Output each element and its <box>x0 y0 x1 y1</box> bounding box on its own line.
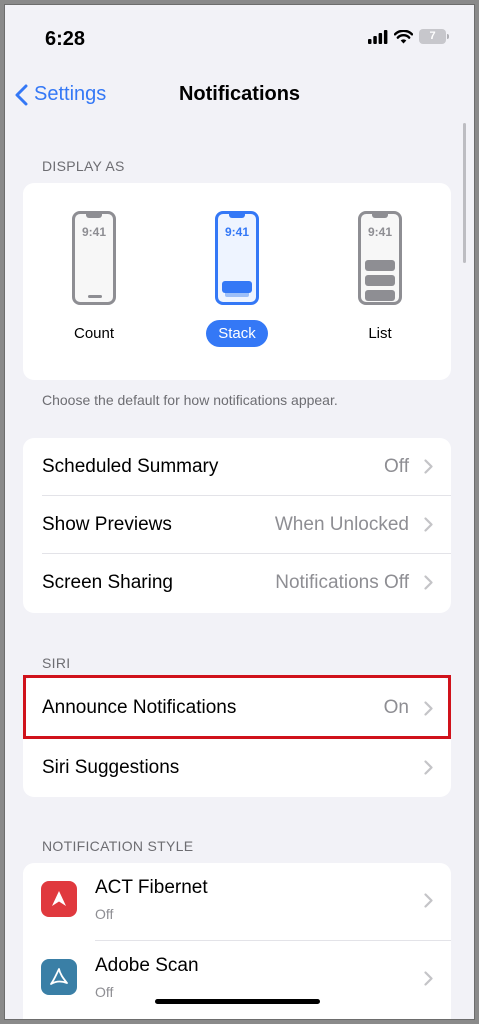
phone-list-icon: 9:41 <box>358 211 402 305</box>
row-value: Notifications Off <box>275 572 409 593</box>
display-option-count[interactable]: 9:41 Count <box>59 211 129 347</box>
app-row-act-fibernet[interactable]: ACT Fibernet Off <box>23 863 451 941</box>
app-row-adobe-scan[interactable]: Adobe Scan Off <box>23 941 451 1019</box>
status-bar: 6:28 7 <box>5 5 474 75</box>
row-label: Siri Suggestions <box>42 757 180 778</box>
chevron-right-icon <box>424 517 433 532</box>
row-label: Show Previews <box>42 514 172 535</box>
app-status: Off <box>95 906 114 922</box>
display-option-label: Count <box>73 325 115 342</box>
app-name: Adobe Scan <box>95 955 199 976</box>
display-option-stack[interactable]: 9:41 Stack <box>202 211 272 347</box>
row-value: Off <box>384 456 409 477</box>
chevron-right-icon <box>424 893 433 908</box>
status-time: 6:28 <box>45 28 86 50</box>
adobe-scan-icon <box>41 959 77 995</box>
wifi-icon <box>394 29 413 43</box>
row-show-previews[interactable]: Show Previews When Unlocked <box>23 496 451 554</box>
row-label: Scheduled Summary <box>42 456 219 477</box>
display-option-list[interactable]: 9:41 List <box>345 211 415 347</box>
page-title: Notifications <box>178 83 301 105</box>
row-scheduled-summary[interactable]: Scheduled Summary Off <box>23 438 451 496</box>
row-siri-suggestions[interactable]: Siri Suggestions <box>23 739 451 797</box>
section-header-display-as: DISPLAY AS <box>42 158 125 174</box>
row-label: Screen Sharing <box>42 572 173 593</box>
display-as-card: 9:41 Count 9:41 Stack 9:41 List <box>23 183 451 380</box>
cellular-signal-icon <box>368 29 388 44</box>
section-header-siri: SIRI <box>42 655 71 671</box>
app-name: ACT Fibernet <box>95 877 208 898</box>
chevron-right-icon <box>424 971 433 986</box>
battery-icon: 7 <box>419 29 449 44</box>
highlight-annotation-box <box>23 675 451 739</box>
general-settings-card: Scheduled Summary Off Show Previews When… <box>23 438 451 613</box>
app-status: Off <box>95 984 114 1000</box>
chevron-right-icon <box>424 459 433 474</box>
screen: 6:28 7 Settings Notifications DISPLAY AS… <box>4 4 475 1020</box>
chevron-right-icon <box>424 575 433 590</box>
notification-style-card: ACT Fibernet Off Adobe Scan Off <box>23 863 451 1019</box>
display-option-label: Stack <box>206 320 268 347</box>
home-indicator[interactable] <box>155 999 320 1004</box>
act-fibernet-icon <box>41 881 77 917</box>
navigation-bar: Settings Notifications <box>5 75 474 125</box>
phone-count-icon: 9:41 <box>72 211 116 305</box>
section-header-notification-style: NOTIFICATION STYLE <box>42 838 194 854</box>
row-value: When Unlocked <box>274 514 409 535</box>
phone-stack-icon: 9:41 <box>215 211 259 305</box>
scroll-indicator[interactable] <box>463 123 466 263</box>
display-option-label: List <box>368 325 392 342</box>
display-as-footer: Choose the default for how notifications… <box>42 392 338 408</box>
chevron-right-icon <box>424 760 433 775</box>
row-screen-sharing[interactable]: Screen Sharing Notifications Off <box>23 554 451 612</box>
